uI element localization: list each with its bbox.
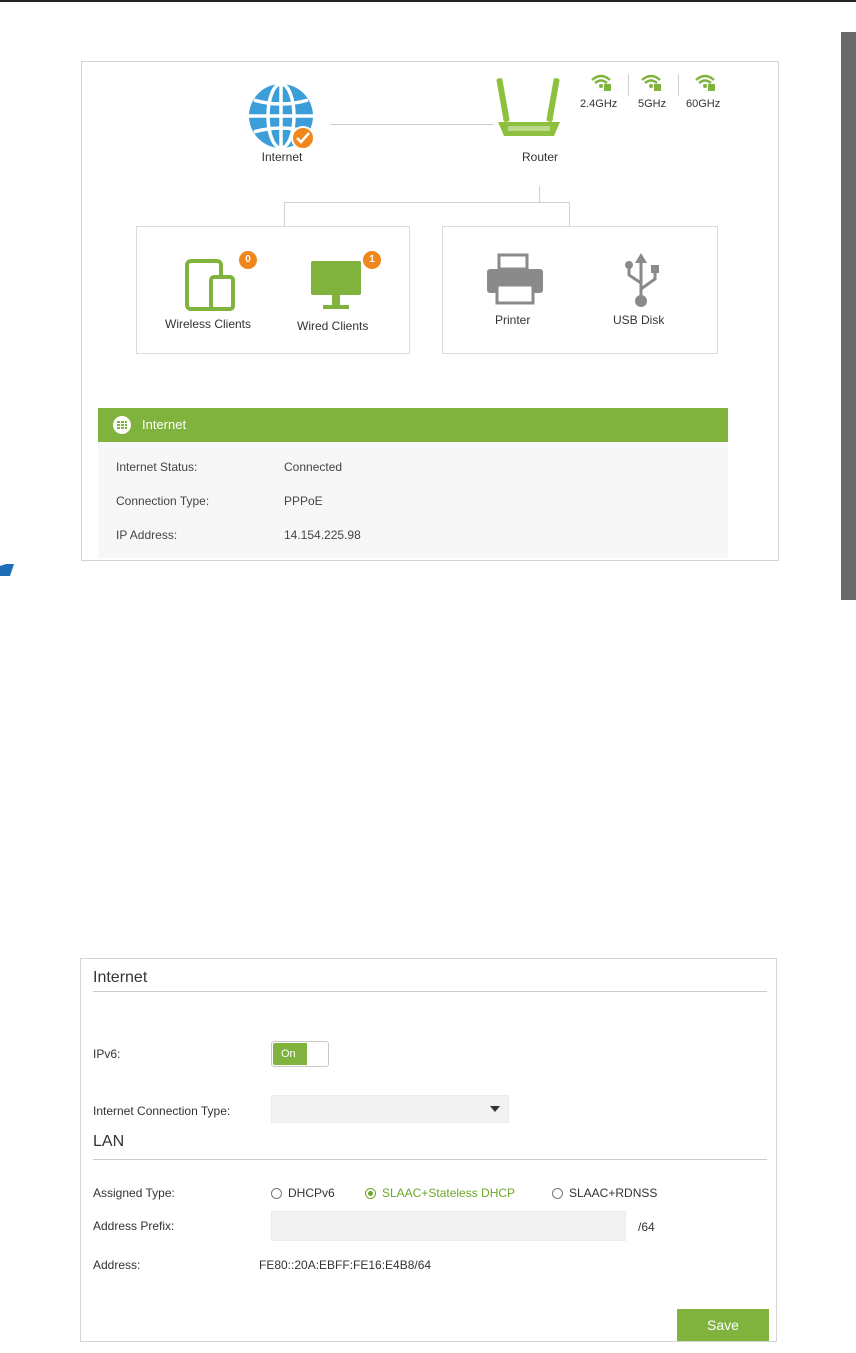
address-label: Address:: [93, 1258, 141, 1272]
ip-address-value: 14.154.225.98: [284, 528, 361, 542]
branch-right-link: [569, 202, 570, 226]
printer-node[interactable]: Printer: [483, 249, 553, 339]
radio-label: DHCPv6: [288, 1186, 335, 1200]
wireless-clients[interactable]: 0 Wireless Clients: [165, 251, 275, 341]
radio-slaac-stateless-dhcp[interactable]: SLAAC+Stateless DHCP: [365, 1186, 515, 1200]
tablet-phone-icon: [185, 259, 235, 311]
radio-dhcpv6[interactable]: DHCPv6: [271, 1186, 335, 1200]
wifi-lock-icon: [641, 74, 661, 91]
printer-label: Printer: [495, 313, 531, 327]
lan-section-title: LAN: [93, 1133, 125, 1150]
page-top-rule: [0, 0, 856, 2]
save-button[interactable]: Save: [677, 1309, 769, 1341]
usb-disk-label: USB Disk: [613, 313, 665, 327]
internet-router-link: [330, 124, 494, 125]
ip-address-label: IP Address:: [116, 528, 178, 542]
printer-icon: [487, 253, 543, 305]
clients-box: 0 Wireless Clients 1 Wired Clients: [136, 226, 410, 354]
wifi-band-60[interactable]: 60GHz: [684, 72, 730, 112]
address-value: FE80::20A:EBFF:FE16:E4B8/64: [259, 1258, 432, 1272]
status-value: Connected: [284, 460, 343, 474]
globe-icon: [113, 416, 131, 434]
band-divider: [678, 74, 679, 96]
router-icon: [496, 78, 560, 136]
prefix-suffix: /64: [638, 1220, 655, 1234]
usb-disk-node[interactable]: USB Disk: [613, 249, 693, 339]
wifi-band-24[interactable]: 2.4GHz: [580, 72, 626, 112]
network-map-panel: Internet Router 2.4GHz 5GHz 60GHz 0 Wire…: [81, 61, 779, 561]
internet-info-header[interactable]: Internet: [98, 408, 728, 442]
internet-node[interactable]: [244, 80, 319, 160]
address-prefix-input[interactable]: [271, 1211, 626, 1241]
section-divider: [93, 991, 767, 992]
radio-icon: [271, 1188, 282, 1199]
connection-type-label: Internet Connection Type:: [93, 1104, 231, 1118]
wired-count-badge: 1: [363, 251, 381, 269]
band-label-24: 2.4GHz: [580, 98, 618, 110]
internet-section-title: Internet: [93, 969, 148, 986]
branch-link: [284, 202, 570, 203]
toggle-on-segment: On: [273, 1043, 307, 1065]
side-tab: [841, 32, 856, 600]
ipv6-settings-panel: Internet IPv6: On Internet Connection Ty…: [80, 958, 777, 1342]
connection-type-select[interactable]: [271, 1095, 509, 1123]
internet-info-body: Internet Status: Connected Connection Ty…: [98, 442, 728, 558]
radio-selected-icon: [365, 1188, 376, 1199]
router-down-link: [539, 186, 540, 202]
globe-icon: [249, 82, 315, 150]
wired-clients[interactable]: 1 Wired Clients: [291, 251, 401, 341]
radio-label: SLAAC+RDNSS: [569, 1186, 658, 1200]
connection-type-label: Connection Type:: [116, 494, 210, 508]
wifi-band-5[interactable]: 5GHz: [636, 72, 676, 112]
monitor-icon: [311, 261, 361, 309]
section-divider: [93, 1159, 767, 1160]
radio-slaac-rdnss[interactable]: SLAAC+RDNSS: [552, 1186, 657, 1200]
chevron-down-icon: [490, 1106, 500, 1112]
wifi-lock-icon: [695, 74, 715, 91]
address-prefix-label: Address Prefix:: [93, 1219, 175, 1233]
branch-left-link: [284, 202, 285, 226]
wired-clients-label: Wired Clients: [297, 319, 369, 333]
ipv6-toggle[interactable]: On: [271, 1041, 329, 1067]
internet-label: Internet: [261, 150, 303, 164]
wireless-clients-label: Wireless Clients: [165, 317, 252, 331]
band-label-5: 5GHz: [638, 98, 667, 110]
usb-box: Printer USB Disk: [442, 226, 718, 354]
router-node[interactable]: [494, 76, 564, 146]
connection-type-value: PPPoE: [284, 494, 323, 508]
band-label-60: 60GHz: [686, 98, 721, 110]
router-label: Router: [521, 150, 559, 164]
radio-icon: [552, 1188, 563, 1199]
radio-label: SLAAC+Stateless DHCP: [382, 1186, 516, 1200]
toggle-text: On: [281, 1048, 296, 1060]
wireless-count-badge: 0: [239, 251, 257, 269]
ipv6-label: IPv6:: [93, 1047, 121, 1061]
usb-icon: [625, 253, 659, 307]
assigned-type-label: Assigned Type:: [93, 1186, 175, 1200]
note-icon: [0, 564, 14, 576]
wifi-lock-icon: [591, 74, 611, 91]
internet-info-title: Internet: [142, 417, 187, 432]
status-label: Internet Status:: [116, 460, 198, 474]
band-divider: [628, 74, 629, 96]
